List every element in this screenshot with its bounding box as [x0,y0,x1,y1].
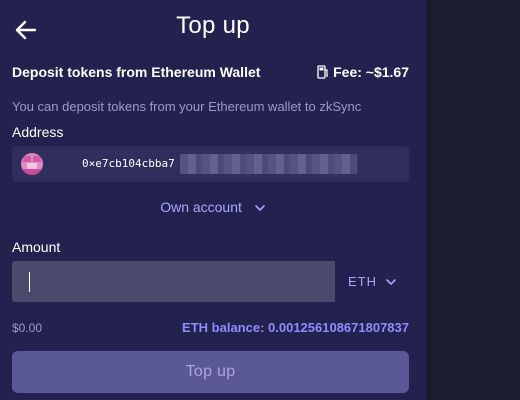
own-account-label: Own account [160,199,242,215]
deposit-subtitle: Deposit tokens from Ethereum Wallet [12,64,261,80]
own-account-dropdown[interactable]: Own account [0,199,426,215]
fee-label: Fee: ~$1.67 [333,64,409,80]
address-value: 0×e7cb104cbba7 [82,157,175,170]
address-field[interactable]: 0×e7cb104cbba7 [12,146,409,182]
chevron-down-icon [386,278,396,285]
top-up-button[interactable]: Top up [12,351,409,393]
eth-balance[interactable]: ETH balance: 0.001256108671807837 [182,320,409,335]
page-title: Top up [176,12,250,39]
amount-input[interactable] [12,261,335,302]
chevron-down-icon [254,205,265,212]
deposit-description: You can deposit tokens from your Ethereu… [12,99,362,114]
fee-info: Fee: ~$1.67 [317,64,409,80]
gas-pump-icon [317,65,329,79]
token-label: ETH [348,274,377,289]
usd-value: $0.00 [12,321,43,335]
text-cursor [29,272,30,292]
token-select[interactable]: ETH [336,261,409,302]
address-redacted [180,154,357,174]
amount-label: Amount [12,239,61,255]
topup-panel: Top up Deposit tokens from Ethereum Wall… [0,0,426,400]
avatar [21,153,43,175]
background-area [426,0,520,400]
address-label: Address [12,124,64,140]
